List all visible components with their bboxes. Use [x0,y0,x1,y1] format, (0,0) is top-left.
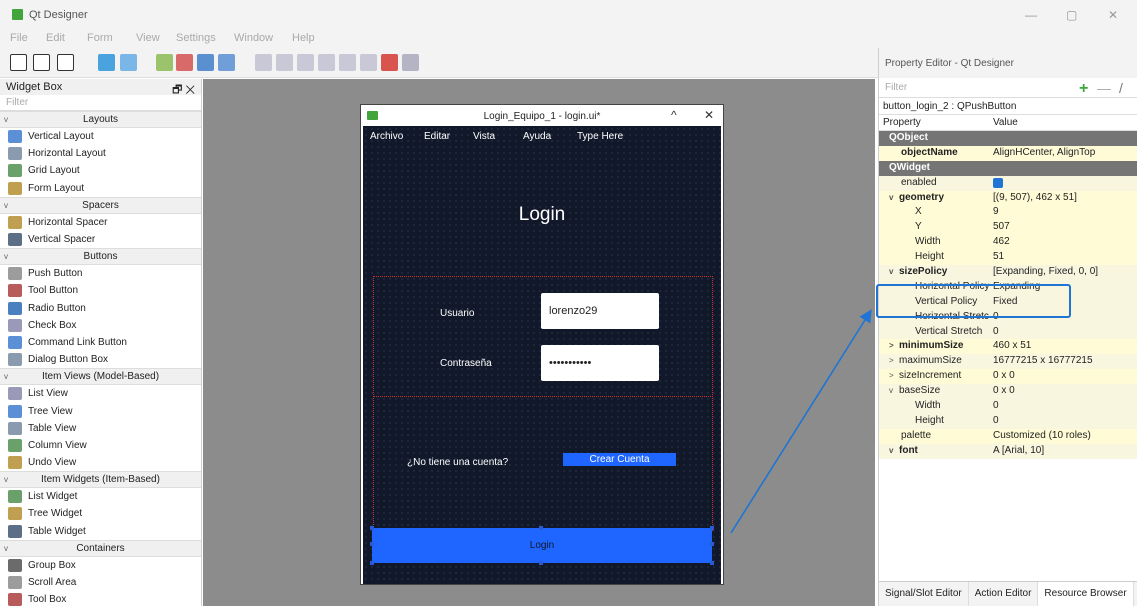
annotation-arrow [730,309,872,534]
